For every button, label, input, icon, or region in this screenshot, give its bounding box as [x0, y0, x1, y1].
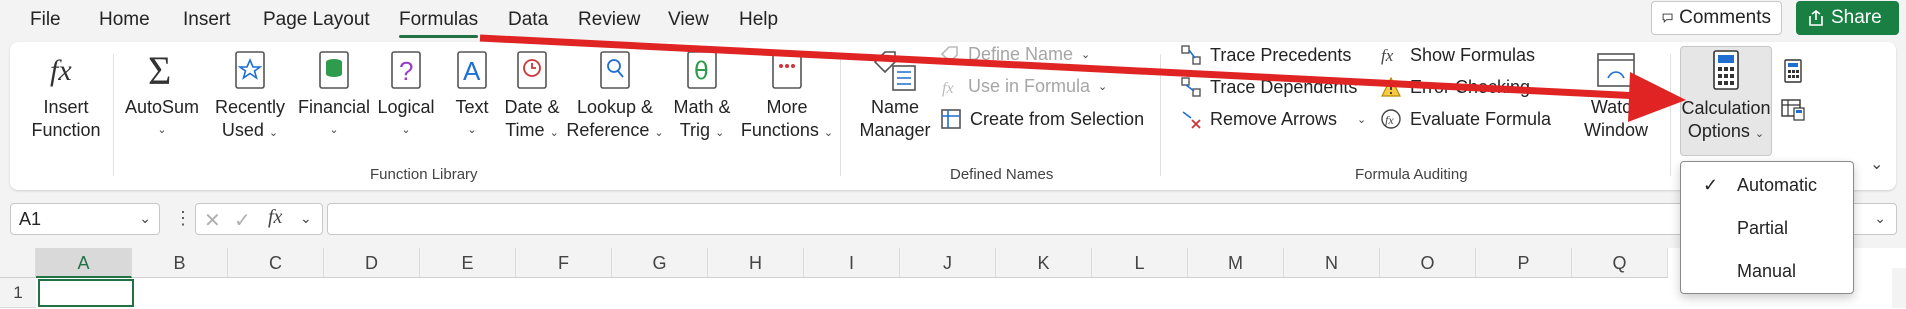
- option-partial[interactable]: Partial: [1681, 208, 1853, 248]
- check-icon: ✓: [1703, 175, 1719, 195]
- calculation-options-dropdown: ✓ Automatic Partial Manual: [1680, 161, 1854, 294]
- option-partial-label: Partial: [1737, 218, 1789, 238]
- option-automatic[interactable]: ✓ Automatic: [1681, 165, 1853, 205]
- arrow-head: [1628, 72, 1686, 122]
- arrow-line: [479, 34, 1641, 100]
- option-manual[interactable]: Manual: [1681, 251, 1853, 291]
- option-automatic-label: Automatic: [1737, 175, 1818, 195]
- option-manual-label: Manual: [1737, 261, 1797, 281]
- red-arrow-annotation: [479, 34, 1686, 122]
